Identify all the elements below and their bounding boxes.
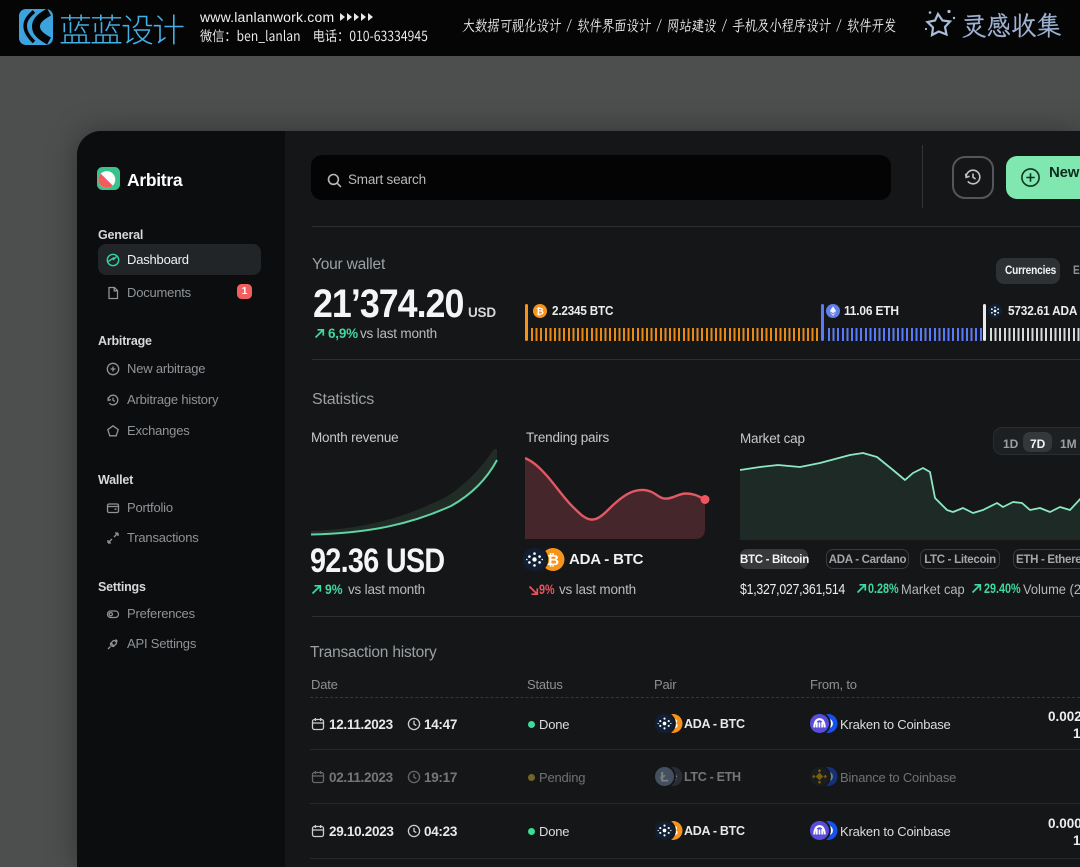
svg-text:Ł: Ł: [660, 769, 668, 784]
svg-text:₿: ₿: [536, 306, 544, 317]
svg-text:₿: ₿: [547, 552, 559, 569]
